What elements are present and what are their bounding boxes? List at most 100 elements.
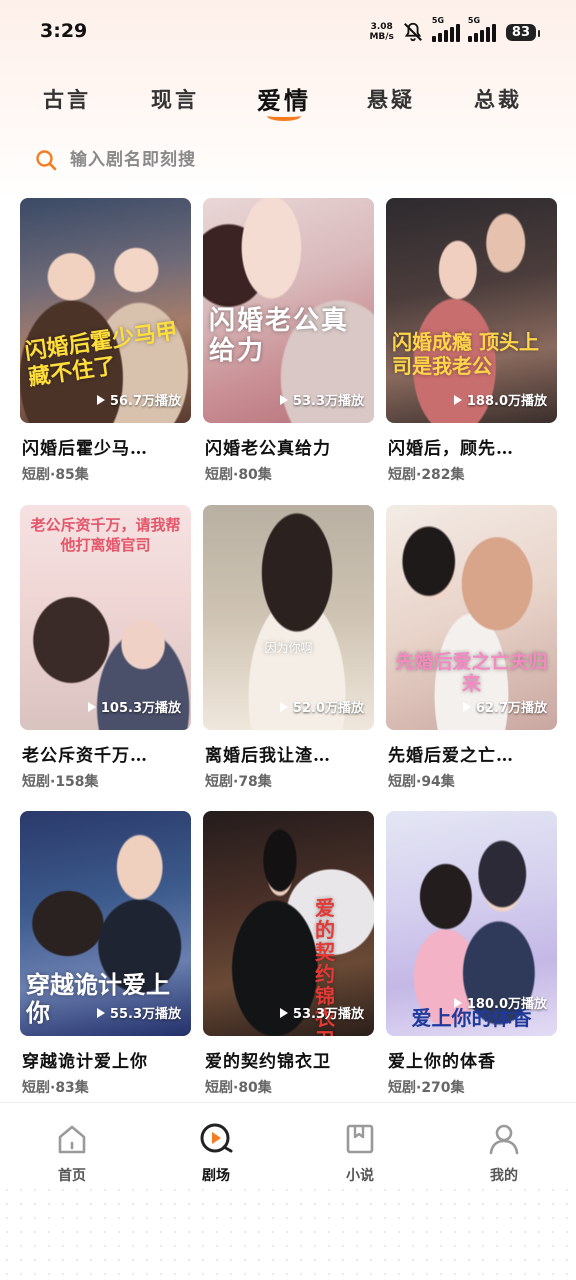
play-count: 188.0万播放	[453, 390, 547, 409]
status-indicators: 3.08 MB/s 5G 5G 83	[369, 16, 541, 46]
play-count-value: 188.0万播放	[466, 394, 547, 409]
drama-title[interactable]: 闪婚后霍少马…	[22, 434, 192, 459]
drama-card[interactable]: 先婚后爱之亡夫归来 62.7万播放 先婚后爱之亡… 短剧·94集	[386, 505, 557, 801]
drama-poster[interactable]: 爱上你的体香 180.0万播放	[386, 811, 557, 1036]
play-count: 56.7万播放	[96, 390, 181, 409]
drama-card[interactable]: 爱上你的体香 180.0万播放 爱上你的体香 短剧·270集	[386, 811, 557, 1107]
search-bar[interactable]	[34, 144, 544, 176]
play-count-value: 62.7万播放	[475, 701, 547, 716]
play-count: 105.3万播放	[87, 697, 181, 716]
play-count-value: 56.7万播放	[109, 394, 181, 409]
bottom-navigation: 首页 剧场 小说 我的	[0, 1102, 576, 1280]
play-count-value: 180.0万播放	[466, 997, 547, 1012]
drama-title[interactable]: 穿越诡计爱上你	[22, 1047, 192, 1072]
tab-guyan[interactable]: 古言	[22, 84, 112, 114]
play-icon	[96, 1007, 105, 1018]
sim1-label: 5G	[431, 16, 445, 25]
theater-play-icon	[200, 1123, 233, 1153]
network-speed: 3.08 MB/s	[369, 22, 393, 42]
nav-dot-pattern	[0, 1183, 576, 1280]
drama-episodes: 短剧·94集	[388, 774, 455, 790]
poster-title-text: 因为你啊	[264, 641, 313, 655]
nav-home[interactable]: 首页	[27, 1121, 117, 1185]
play-count-value: 53.3万播放	[292, 1007, 364, 1022]
nav-label: 剧场	[202, 1168, 230, 1184]
drama-title[interactable]: 闪婚老公真给力	[205, 434, 375, 459]
network-speed-unit: MB/s	[369, 32, 394, 42]
play-icon	[279, 701, 288, 712]
drama-poster[interactable]: 爱的契约锦衣卫 53.3万播放	[203, 811, 374, 1036]
drama-poster[interactable]: 先婚后爱之亡夫归来 62.7万播放	[386, 505, 557, 730]
search-input[interactable]	[70, 150, 470, 170]
play-count: 62.7万播放	[462, 697, 547, 716]
drama-card[interactable]: 因为你啊 52.0万播放 离婚后我让渣… 短剧·78集	[203, 505, 374, 801]
drama-card[interactable]: 穿越诡计爱上你 55.3万播放 穿越诡计爱上你 短剧·83集	[20, 811, 191, 1107]
drama-poster[interactable]: 老公斥资千万，请我帮他打离婚官司 105.3万播放	[20, 505, 191, 730]
play-count: 53.3万播放	[279, 1003, 364, 1022]
drama-card[interactable]: 闪婚成瘾 顶头上司是我老公 188.0万播放 闪婚后，顾先… 短剧·282集	[386, 198, 557, 494]
drama-card[interactable]: 老公斥资千万，请我帮他打离婚官司 105.3万播放 老公斥资千万… 短剧·158…	[20, 505, 191, 801]
status-time: 3:29	[40, 20, 88, 42]
drama-poster[interactable]: 因为你啊 52.0万播放	[203, 505, 374, 730]
play-count: 52.0万播放	[279, 697, 364, 716]
drama-episodes: 短剧·282集	[388, 467, 465, 483]
home-icon	[58, 1125, 86, 1154]
play-icon	[462, 701, 471, 712]
drama-poster[interactable]: 闪婚后霍少马甲藏不住了 56.7万播放	[20, 198, 191, 423]
drama-episodes: 短剧·270集	[388, 1080, 465, 1096]
tab-xianyan[interactable]: 现言	[130, 84, 220, 114]
poster-title-text: 老公斥资千万，请我帮他打离婚官司	[30, 516, 181, 554]
play-icon	[453, 997, 462, 1008]
nav-label: 小说	[346, 1168, 374, 1184]
search-icon[interactable]	[34, 148, 58, 172]
play-count: 180.0万播放	[453, 993, 547, 1012]
drama-title[interactable]: 闪婚后，顾先…	[388, 434, 558, 459]
tab-label: 古言	[43, 87, 91, 112]
play-icon	[453, 394, 462, 405]
drama-title[interactable]: 爱的契约锦衣卫	[205, 1047, 375, 1072]
poster-title-text: 闪婚老公真给力	[209, 306, 350, 366]
drama-episodes: 短剧·80集	[205, 467, 272, 483]
tab-xuanyi[interactable]: 悬疑	[346, 84, 436, 114]
nav-profile[interactable]: 我的	[459, 1121, 549, 1185]
drama-poster[interactable]: 穿越诡计爱上你 55.3万播放	[20, 811, 191, 1036]
tab-label: 悬疑	[367, 87, 415, 112]
network-speed-value: 3.08	[370, 22, 393, 32]
tab-zongcai[interactable]: 总裁	[453, 84, 543, 114]
category-tabs: 古言 现言 爱情 悬疑 总裁	[0, 76, 576, 126]
drama-title[interactable]: 先婚后爱之亡…	[388, 741, 558, 766]
battery-icon: 83	[505, 23, 541, 41]
drama-card[interactable]: 爱的契约锦衣卫 53.3万播放 爱的契约锦衣卫 短剧·80集	[203, 811, 374, 1107]
signal-sim1-icon: 5G	[431, 16, 460, 42]
play-count-value: 105.3万播放	[100, 701, 181, 716]
play-count: 55.3万播放	[96, 1003, 181, 1022]
mute-bell-icon	[403, 22, 422, 42]
drama-episodes: 短剧·78集	[205, 774, 272, 790]
tab-aiqing[interactable]: 爱情	[239, 81, 329, 121]
book-icon	[346, 1124, 374, 1154]
play-count-value: 53.3万播放	[292, 394, 364, 409]
tab-label: 现言	[151, 87, 199, 112]
poster-title-text: 闪婚成瘾 顶头上司是我老公	[392, 330, 539, 378]
drama-title[interactable]: 爱上你的体香	[388, 1047, 558, 1072]
drama-episodes: 短剧·83集	[22, 1080, 89, 1096]
drama-card[interactable]: 闪婚后霍少马甲藏不住了 56.7万播放 闪婚后霍少马… 短剧·85集	[20, 198, 191, 494]
drama-poster[interactable]: 闪婚老公真给力 53.3万播放	[203, 198, 374, 423]
play-count: 53.3万播放	[279, 390, 364, 409]
drama-title[interactable]: 离婚后我让渣…	[205, 741, 375, 766]
nav-novel[interactable]: 小说	[315, 1121, 405, 1185]
nav-theater[interactable]: 剧场	[171, 1121, 261, 1185]
profile-icon	[489, 1124, 519, 1155]
play-icon	[96, 394, 105, 405]
drama-poster[interactable]: 闪婚成瘾 顶头上司是我老公 188.0万播放	[386, 198, 557, 423]
sim2-label: 5G	[467, 16, 481, 25]
drama-episodes: 短剧·80集	[205, 1080, 272, 1096]
signal-sim2-icon: 5G	[467, 16, 496, 42]
drama-episodes: 短剧·158集	[22, 774, 99, 790]
nav-label: 我的	[490, 1168, 518, 1184]
drama-title[interactable]: 老公斥资千万…	[22, 741, 192, 766]
nav-label: 首页	[58, 1168, 86, 1184]
play-count-value: 55.3万播放	[109, 1007, 181, 1022]
drama-card[interactable]: 闪婚老公真给力 53.3万播放 闪婚老公真给力 短剧·80集	[203, 198, 374, 494]
play-icon	[279, 394, 288, 405]
